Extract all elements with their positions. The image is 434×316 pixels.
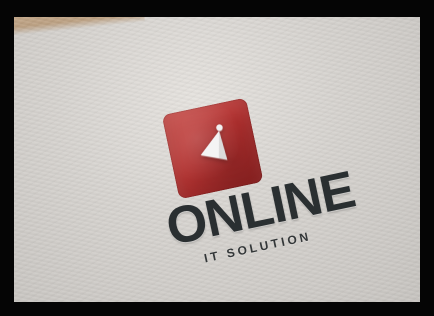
paper-photo: ONLINE IT SOLUTION xyxy=(14,17,420,302)
image-frame: ONLINE IT SOLUTION xyxy=(0,0,434,316)
pointer-triangle-icon xyxy=(200,124,228,160)
embossed-logo: ONLINE IT SOLUTION xyxy=(140,70,375,297)
